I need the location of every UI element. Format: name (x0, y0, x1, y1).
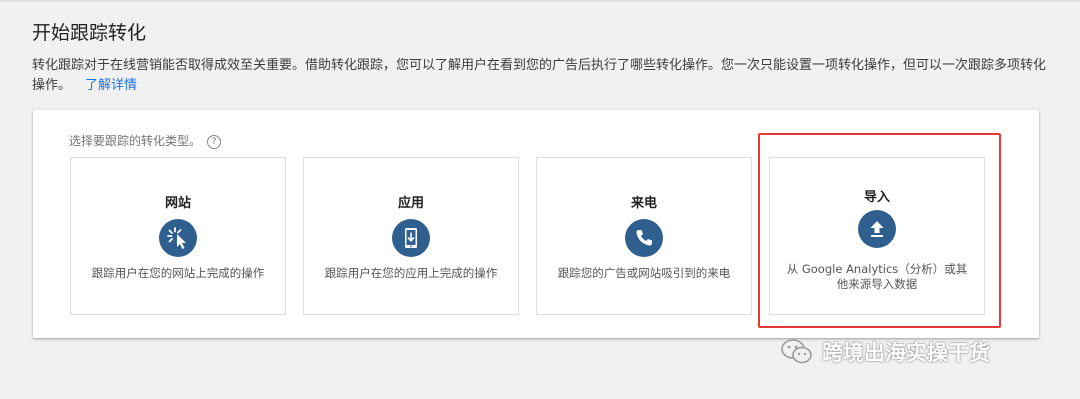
mobile-download-icon (392, 219, 430, 257)
prompt-text: 选择要跟踪的转化类型。 (69, 134, 202, 148)
phone-icon (625, 219, 663, 257)
cursor-click-icon (159, 219, 197, 257)
watermark: 跨境出海实操干货 (780, 334, 990, 370)
wechat-icon (781, 339, 812, 364)
help-icon[interactable]: ? (207, 135, 222, 149)
card-calls[interactable]: 来电 跟踪您的广告或网站吸引到的来电 (536, 157, 752, 315)
page-title: 开始跟踪转化 (32, 22, 147, 44)
description-text: 转化跟踪对于在线营销能否取得成效至关重要。借助转化跟踪，您可以了解用户在看到您的… (32, 58, 1047, 93)
watermark-text: 跨境出海实操干货 (822, 341, 990, 365)
highlight-box (758, 133, 1001, 328)
top-divider (0, 0, 1080, 2)
card-app[interactable]: 应用 跟踪用户在您的应用上完成的操作 (303, 157, 519, 315)
card-calls-subtitle: 跟踪您的广告或网站吸引到的来电 (557, 266, 731, 280)
card-website-label: 网站 (164, 196, 191, 211)
page-description: 转化跟踪对于在线营销能否取得成效至关重要。借助转化跟踪，您可以了解用户在看到您的… (32, 56, 1047, 96)
card-app-subtitle: 跟踪用户在您的应用上完成的操作 (324, 266, 498, 280)
card-website-subtitle: 跟踪用户在您的网站上完成的操作 (91, 266, 265, 280)
card-app-label: 应用 (397, 196, 424, 211)
card-calls-label: 来电 (630, 196, 657, 211)
conversion-type-prompt: 选择要跟踪的转化类型。? (69, 132, 222, 149)
card-website[interactable]: 网站 跟踪用户在您的网站上完成的操作 (70, 157, 286, 315)
learn-more-link[interactable]: 了解详情 (85, 78, 137, 93)
